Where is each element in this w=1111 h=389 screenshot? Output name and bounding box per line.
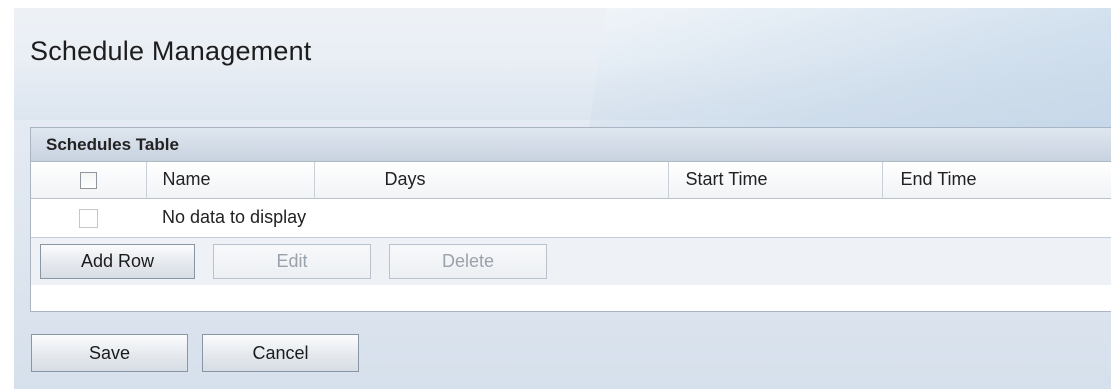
cancel-button[interactable]: Cancel [202, 334, 359, 372]
column-header-days[interactable]: Days [314, 162, 669, 199]
select-all-cell [31, 162, 147, 199]
select-all-checkbox[interactable] [79, 172, 97, 189]
form-footer: Save Cancel [31, 334, 359, 372]
left-edge [0, 0, 14, 389]
table-row-empty: No data to display [31, 198, 1111, 238]
table-action-bar: Add Row Edit Delete [31, 237, 1111, 285]
background-band [14, 60, 1111, 120]
column-header-start-time[interactable]: Start Time [668, 162, 883, 199]
top-edge [0, 0, 1111, 8]
column-header-name[interactable]: Name [146, 162, 315, 199]
page-title: Schedule Management [30, 36, 312, 66]
table-header-row: Name Days Start Time End Time [31, 162, 1111, 199]
delete-button[interactable]: Delete [389, 243, 547, 279]
empty-message: No data to display [146, 198, 1111, 238]
schedules-table-panel: Schedules Table Name Days Start Time End… [30, 127, 1111, 312]
add-row-button[interactable]: Add Row [40, 243, 195, 279]
save-button[interactable]: Save [31, 334, 188, 372]
edit-button[interactable]: Edit [213, 243, 371, 279]
row-checkbox [79, 208, 98, 228]
empty-row-checkbox-cell [31, 198, 146, 238]
schedules-table: Name Days Start Time End Time No data to… [31, 162, 1111, 238]
column-header-end-time[interactable]: End Time [882, 162, 1111, 199]
schedules-table-caption: Schedules Table [31, 128, 1111, 162]
